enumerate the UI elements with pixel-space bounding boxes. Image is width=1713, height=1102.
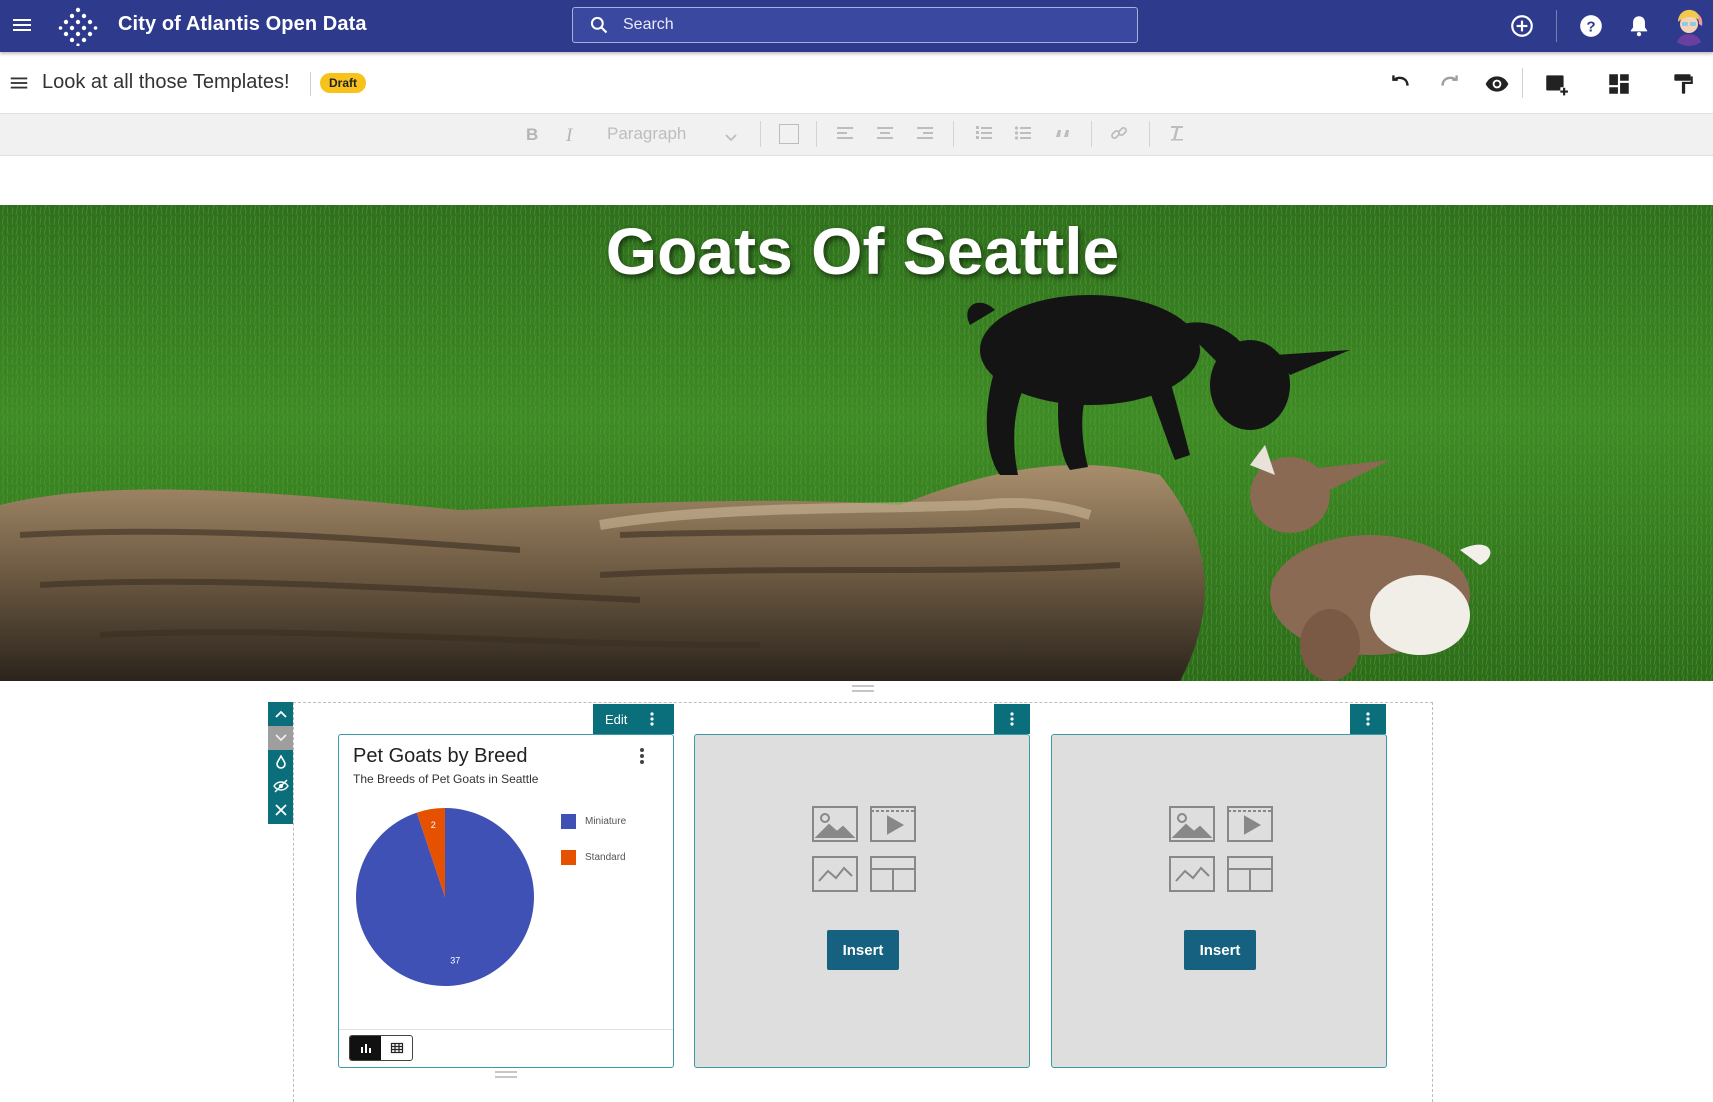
chart-subtitle: The Breeds of Pet Goats in Seattle <box>353 772 539 786</box>
empty-tile-card[interactable]: Insert <box>694 734 1030 1068</box>
legend-item[interactable]: Standard <box>561 850 626 865</box>
close-icon[interactable] <box>268 798 293 822</box>
logo-icon[interactable] <box>58 6 98 47</box>
format-divider <box>1149 121 1150 147</box>
paragraph-select[interactable]: Paragraph <box>607 124 686 144</box>
more-vert-icon[interactable] <box>994 704 1030 734</box>
numbered-list-icon[interactable] <box>975 125 993 146</box>
italic-button[interactable]: I <box>566 125 572 147</box>
bell-icon[interactable] <box>1626 13 1652 39</box>
title-divider <box>310 72 311 96</box>
help-icon[interactable]: ? <box>1578 13 1604 39</box>
appbar-divider <box>1556 10 1557 42</box>
search-box[interactable] <box>572 7 1138 43</box>
move-down-icon[interactable] <box>268 726 293 750</box>
add-circle-icon[interactable] <box>1509 13 1535 39</box>
empty-tile-card[interactable]: Insert <box>1051 734 1387 1068</box>
media-placeholder-icon <box>1169 806 1273 892</box>
redo-icon[interactable] <box>1436 71 1462 97</box>
tile-edit-tab: Edit <box>593 704 674 734</box>
view-toggle <box>349 1035 413 1061</box>
status-badge: Draft <box>320 73 367 93</box>
legend-item[interactable]: Miniature <box>561 814 626 829</box>
hide-eye-icon[interactable] <box>268 774 293 798</box>
layout-icon[interactable] <box>1606 71 1632 97</box>
avatar[interactable] <box>1668 4 1710 46</box>
card-divider <box>339 1029 673 1030</box>
format-divider <box>1091 121 1092 147</box>
undo-icon[interactable] <box>1388 71 1414 97</box>
legend-swatch-miniature <box>561 814 576 829</box>
section-controls <box>268 702 293 824</box>
align-right-icon[interactable] <box>916 125 934 146</box>
align-left-icon[interactable] <box>836 125 854 146</box>
color-drop-icon[interactable] <box>268 750 293 774</box>
menu-icon[interactable] <box>10 13 34 37</box>
more-vert-icon[interactable] <box>639 747 645 770</box>
format-bar <box>0 114 1713 156</box>
pie-data-label: 37 <box>450 955 460 965</box>
chart-card[interactable]: Pet Goats by Breed The Breeds of Pet Goa… <box>338 734 674 1068</box>
more-vert-icon[interactable] <box>1350 704 1386 734</box>
legend-label: Miniature <box>585 816 627 827</box>
clear-format-icon[interactable] <box>1168 124 1186 147</box>
format-divider <box>760 121 761 147</box>
preview-eye-icon[interactable] <box>1484 71 1510 97</box>
document-title[interactable]: Look at all those Templates! <box>42 71 290 94</box>
legend-label: Standard <box>585 852 626 863</box>
insert-button[interactable]: Insert <box>1184 930 1256 970</box>
drag-handle[interactable] <box>852 685 874 692</box>
chevron-down-icon[interactable] <box>724 130 738 148</box>
table-view-icon[interactable] <box>381 1036 412 1060</box>
chart-title: Pet Goats by Breed <box>353 745 528 767</box>
chart-view-icon[interactable] <box>350 1036 381 1060</box>
search-input[interactable] <box>623 16 1103 34</box>
format-paint-icon[interactable] <box>1670 71 1696 97</box>
pie-data-label: 2 <box>431 820 436 830</box>
bold-button[interactable]: B <box>526 125 538 145</box>
format-divider <box>816 121 817 147</box>
search-icon <box>590 16 608 34</box>
pie-chart[interactable]: 37 2 <box>345 797 545 997</box>
link-icon[interactable] <box>1110 124 1128 147</box>
format-divider <box>953 121 954 147</box>
hero-title[interactable]: Goats Of Seattle <box>0 213 1713 289</box>
align-center-icon[interactable] <box>876 125 894 146</box>
legend-swatch-standard <box>561 850 576 865</box>
more-vert-icon[interactable] <box>637 704 667 734</box>
insert-button[interactable]: Insert <box>827 930 899 970</box>
add-widget-icon[interactable] <box>1543 71 1569 97</box>
drag-handle[interactable] <box>495 1071 517 1078</box>
bullet-list-icon[interactable] <box>1014 125 1032 146</box>
quote-icon[interactable] <box>1054 125 1072 146</box>
edit-button[interactable]: Edit <box>593 712 637 727</box>
svg-text:?: ? <box>1586 18 1595 35</box>
app-bar: City of Atlantis Open Data ? <box>0 0 1713 52</box>
document-menu-icon[interactable] <box>8 72 30 99</box>
move-up-icon[interactable] <box>268 702 293 726</box>
toolbar-divider <box>1522 68 1523 98</box>
media-placeholder-icon <box>812 806 916 892</box>
text-color-icon[interactable] <box>779 124 799 144</box>
app-title[interactable]: City of Atlantis Open Data <box>118 13 367 36</box>
